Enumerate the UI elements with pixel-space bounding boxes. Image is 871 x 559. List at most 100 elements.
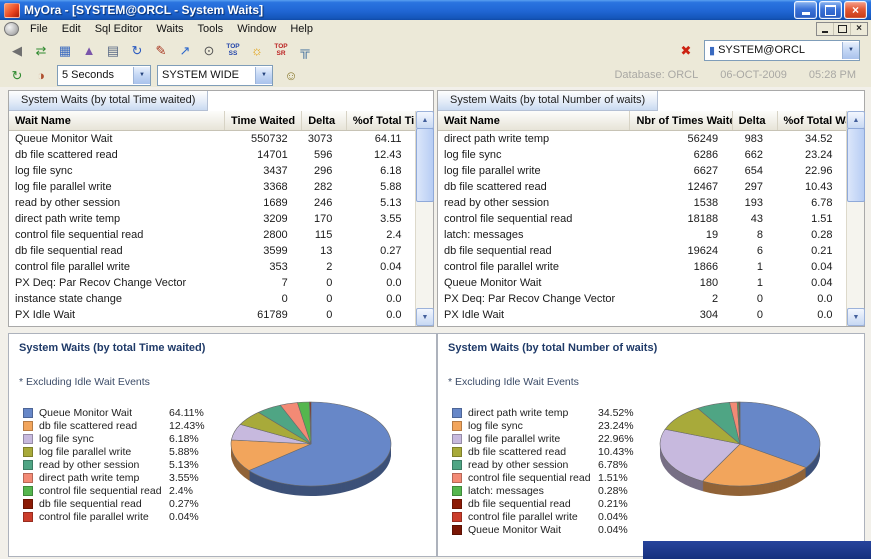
table-row[interactable]: direct path write temp 56249 983 34.52 bbox=[438, 131, 847, 148]
column-header[interactable]: Time Waited bbox=[224, 111, 303, 131]
close-button[interactable]: × bbox=[844, 1, 867, 19]
toolbar-hierarchy-icon[interactable]: ╦ bbox=[293, 39, 317, 61]
minimize-button[interactable] bbox=[794, 1, 817, 19]
toolbar-windows-icon[interactable]: ▦ bbox=[53, 39, 77, 61]
value-cell: 115 bbox=[314, 229, 333, 241]
table-row[interactable]: Queue Monitor Wait 550732 3073 64.11 bbox=[9, 131, 416, 148]
table-row[interactable]: log file parallel write 3368 282 5.88 bbox=[9, 179, 416, 195]
table-row[interactable]: PX Idle Wait 304 0 0.0 bbox=[438, 307, 847, 323]
wait-name-cell: control file sequential read bbox=[444, 213, 573, 225]
scroll-up-button[interactable]: ▲ bbox=[847, 111, 865, 129]
column-header[interactable]: Wait Name bbox=[438, 111, 631, 131]
chevron-down-icon[interactable]: ▼ bbox=[255, 66, 272, 84]
menu-bar: File Edit Sql Editor Waits Tools Window Help × bbox=[0, 20, 871, 38]
toolbar-top-ss-button[interactable]: TOP SS bbox=[221, 39, 245, 61]
legend-item: db file sequential read 0.27% bbox=[23, 497, 205, 510]
table-row[interactable]: db file scattered read 14701 596 12.43 bbox=[9, 147, 416, 163]
chart-note: * Excluding Idle Wait Events bbox=[19, 376, 150, 388]
toolbar-send-icon[interactable]: ▲ bbox=[77, 39, 101, 61]
table-row[interactable]: db file sequential read 3599 13 0.27 bbox=[9, 243, 416, 259]
menu-item-file[interactable]: File bbox=[23, 22, 55, 36]
maximize-button[interactable] bbox=[819, 1, 842, 19]
value-cell: 0.27 bbox=[380, 245, 402, 257]
column-header[interactable]: Delta bbox=[301, 111, 347, 131]
toolbar-print-icon[interactable]: ▤ bbox=[101, 39, 125, 61]
toolbar-notes-icon[interactable]: ✎ bbox=[149, 39, 173, 61]
wait-name-cell: db file scattered read bbox=[444, 181, 547, 193]
app-icon[interactable] bbox=[4, 2, 20, 18]
value-cell: 18188 bbox=[687, 213, 719, 225]
value-cell: 10.43 bbox=[804, 181, 833, 193]
toolbar-top-sr-button[interactable]: TOP SR bbox=[269, 39, 293, 61]
table-row[interactable]: db file scattered read 12467 297 10.43 bbox=[438, 179, 847, 195]
column-header[interactable]: Delta bbox=[732, 111, 778, 131]
column-header[interactable]: Wait Name bbox=[9, 111, 225, 131]
table-row[interactable]: instance state change 0 0 0.0 bbox=[9, 291, 416, 307]
table-row[interactable]: control file parallel write 1866 1 0.04 bbox=[438, 259, 847, 275]
legend-swatch-icon bbox=[23, 472, 33, 483]
value-cell: 3368 bbox=[263, 181, 288, 193]
scroll-down-button[interactable]: ▼ bbox=[416, 308, 434, 326]
table-row[interactable]: control file parallel write 353 2 0.04 bbox=[9, 259, 416, 275]
menu-item-window[interactable]: Window bbox=[230, 22, 283, 36]
legend-percent: 0.04% bbox=[598, 523, 628, 536]
table-row[interactable]: PX Deq: Par Recov Change Vector 2 0 0.0 bbox=[438, 291, 847, 307]
table-row[interactable]: read by other session 1538 193 6.78 bbox=[438, 195, 847, 211]
table-row[interactable]: control file sequential read 18188 43 1.51 bbox=[438, 211, 847, 227]
legend-percent: 0.04% bbox=[598, 510, 628, 523]
connection-select[interactable]: ▮ SYSTEM@ORCL ▼ bbox=[704, 39, 860, 61]
table-row[interactable]: db file sequential read 19624 6 0.21 bbox=[438, 243, 847, 259]
table-row[interactable]: PX Idle Wait 61789 0 0.0 bbox=[9, 307, 416, 323]
scroll-down-button[interactable]: ▼ bbox=[847, 308, 865, 326]
mdi-close-button[interactable]: × bbox=[850, 22, 867, 35]
toolbar-connect-icon[interactable]: ⇄ bbox=[29, 39, 53, 61]
chevron-down-icon[interactable]: ▼ bbox=[842, 41, 859, 59]
table-row[interactable]: log file sync 3437 296 6.18 bbox=[9, 163, 416, 179]
menu-item-waits[interactable]: Waits bbox=[149, 22, 190, 36]
toolbar-auto-refresh-icon[interactable]: ↻ bbox=[5, 64, 29, 86]
toolbar-inspect-icon[interactable]: ⊙ bbox=[197, 39, 221, 61]
disconnect-button[interactable]: ✖ bbox=[674, 39, 698, 61]
vertical-scrollbar[interactable]: ▲ ▼ bbox=[415, 111, 434, 326]
table-row[interactable]: log file parallel write 6627 654 22.96 bbox=[438, 163, 847, 179]
value-cell: 297 bbox=[744, 181, 764, 193]
toolbar-lamp-icon[interactable]: ☼ bbox=[245, 39, 269, 61]
menu-item-sql-editor[interactable]: Sql Editor bbox=[88, 22, 150, 36]
interval-select[interactable]: 5 Seconds ▼ bbox=[57, 64, 151, 86]
table-row[interactable]: log file sync 6286 662 23.24 bbox=[438, 147, 847, 163]
column-header[interactable]: Nbr of Times Waited bbox=[629, 111, 733, 131]
legend-item: log file parallel write 5.88% bbox=[23, 445, 205, 458]
toolbar-refresh-icons: ↻ ◑ bbox=[5, 64, 53, 86]
chevron-down-icon[interactable]: ▼ bbox=[133, 66, 150, 84]
menu-item-tools[interactable]: Tools bbox=[191, 22, 231, 36]
mdi-restore-button[interactable] bbox=[833, 22, 850, 35]
scroll-thumb[interactable] bbox=[847, 128, 865, 202]
vertical-scrollbar[interactable]: ▲ ▼ bbox=[846, 111, 865, 326]
child-window-icon[interactable] bbox=[4, 21, 19, 36]
table-row[interactable]: latch: messages 19 8 0.28 bbox=[438, 227, 847, 243]
toolbar-chart-icon[interactable]: ↗ bbox=[173, 39, 197, 61]
mdi-minimize-button[interactable] bbox=[817, 23, 833, 35]
toolbar-refresh-data-icon[interactable]: ↻ bbox=[125, 39, 149, 61]
table-row[interactable]: PX Deq: Par Recov Change Vector 7 0 0.0 bbox=[9, 275, 416, 291]
value-cell: 0.04 bbox=[811, 261, 833, 273]
disconnect-icon: ✖ bbox=[680, 42, 692, 58]
value-cell: 23.24 bbox=[804, 149, 833, 161]
scroll-up-button[interactable]: ▲ bbox=[416, 111, 434, 129]
menu-item-edit[interactable]: Edit bbox=[55, 22, 88, 36]
table-row[interactable]: control file sequential read 2800 115 2.4 bbox=[9, 227, 416, 243]
table-row[interactable]: read by other session 1689 246 5.13 bbox=[9, 195, 416, 211]
wait-name-cell: db file sequential read bbox=[15, 245, 123, 257]
menu-item-help[interactable]: Help bbox=[283, 22, 320, 36]
column-header[interactable]: %of Total Waits bbox=[777, 111, 848, 131]
toolbar-speaker-icon[interactable]: ◀ bbox=[5, 39, 29, 61]
toolbar-snapshot-icon[interactable]: ◑ bbox=[29, 64, 53, 86]
table-row[interactable]: direct path write temp 3209 170 3.55 bbox=[9, 211, 416, 227]
toolbar-sessions-icon[interactable]: ☺ bbox=[279, 64, 303, 86]
scroll-thumb[interactable] bbox=[416, 128, 434, 202]
legend-item: Queue Monitor Wait 0.04% bbox=[452, 523, 634, 536]
column-header[interactable]: %of Total Time bbox=[346, 111, 417, 131]
table-row[interactable]: Queue Monitor Wait 180 1 0.04 bbox=[438, 275, 847, 291]
chart-legend: Queue Monitor Wait 64.11% db file scattere… bbox=[23, 406, 205, 523]
scope-select[interactable]: SYSTEM WIDE ▼ bbox=[157, 64, 273, 86]
